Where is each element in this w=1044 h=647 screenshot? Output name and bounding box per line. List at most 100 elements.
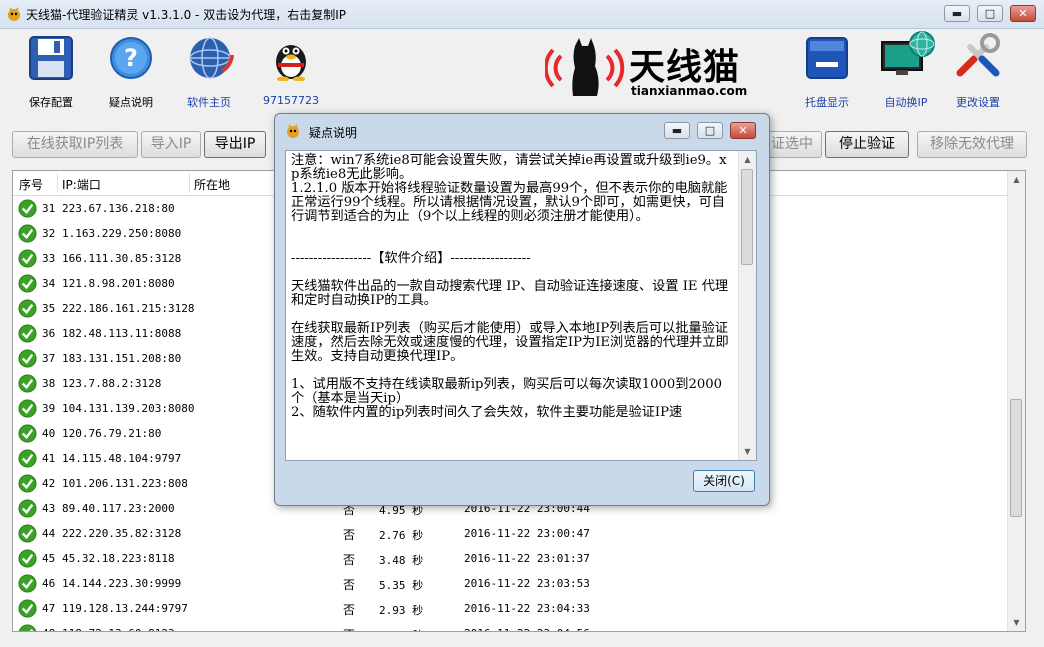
save-config-button[interactable]: 保存配置 [28,35,74,109]
help-button[interactable]: ? 疑点说明 [108,35,154,109]
dialog-title: 疑点说明 [309,126,358,140]
row-ip-port: 182.48.113.11:8088 [62,327,182,340]
dialog-maximize-button[interactable]: □ [697,122,723,139]
row-ip-port: 1.163.229.250:8080 [62,227,182,240]
scroll-thumb[interactable] [1010,399,1022,517]
row-index: 39 [42,402,56,415]
globe-icon [189,37,234,79]
export-ip-button[interactable]: 导出IP [204,131,266,158]
header-ip-port[interactable]: IP:端口 [62,176,101,193]
dialog-cat-icon [287,124,299,138]
stop-verify-button[interactable]: 停止验证 [825,131,909,158]
close-icon: ✕ [738,124,748,137]
table-row[interactable]: 47 119.128.13.244:9797 否 2.93 秒 2016-11-22 2… [13,596,1013,621]
remove-invalid-proxies-button[interactable]: 移除无效代理 [917,131,1027,158]
valid-check-icon [18,249,37,268]
close-button[interactable]: ✕ [1010,5,1036,22]
header-divider[interactable] [57,173,58,193]
close-icon: ✕ [1018,7,1028,20]
row-verify-time: 2016-11-22 23:04:33 [464,602,590,615]
row-ip-port: 14.144.223.30:9999 [62,577,182,590]
table-row[interactable]: 44 222.220.35.82:3128 否 2.76 秒 2016-11-22 23… [13,521,1013,546]
row-ip-port: 120.76.79.21:80 [62,427,162,440]
scroll-up-icon[interactable]: ▲ [1008,171,1025,188]
scroll-down-icon[interactable]: ▼ [739,443,756,460]
valid-check-icon [18,574,37,593]
qq-button[interactable]: 97157723 [263,35,319,107]
floppy-disk-icon [29,36,73,80]
tray-display-button[interactable]: 托盘显示 [804,35,850,109]
verify-selected-button[interactable]: 证选中 [762,131,822,158]
table-row[interactable]: 48 118.72.13.60:8123 否 3.80 秒 2016-11-22 23:… [13,621,1013,631]
row-index: 35 [42,302,56,315]
table-row[interactable]: 46 14.144.223.30:9999 否 5.35 秒 2016-11-22 23… [13,571,1013,596]
auto-change-ip-button[interactable]: 自动换IP [880,30,935,109]
row-index: 36 [42,327,56,340]
tray-display-label: 托盘显示 [805,96,849,109]
row-verify-time: 2016-11-22 23:04:56 [464,627,590,631]
help-dialog: 疑点说明 ▬ □ ✕ 注意：win7系统ie8可能会设置失败，请尝试关掉ie再设… [274,113,770,506]
dialog-close-button[interactable]: ✕ [730,122,756,139]
table-scrollbar[interactable]: ▲ ▼ [1007,171,1025,631]
header-location[interactable]: 所在地 [194,176,230,193]
valid-check-icon [18,549,37,568]
valid-check-icon [18,524,37,543]
row-anonymous: 否 [343,578,356,592]
import-ip-button[interactable]: 导入IP [141,131,201,158]
table-row[interactable]: 45 45.32.18.223:8118 否 3.48 秒 2016-11-22 23:… [13,546,1013,571]
qq-number-label: 97157723 [263,94,319,107]
valid-check-icon [18,624,37,631]
scroll-down-icon[interactable]: ▼ [1008,614,1025,631]
help-text-scrollbar[interactable]: ▲ ▼ [738,151,756,460]
row-index: 31 [42,202,56,215]
brand-url: tianxianmao.com [631,84,748,98]
row-index: 47 [42,602,56,615]
brand-logo: 天线猫 tianxianmao.com [543,36,748,100]
row-index: 33 [42,252,56,265]
svg-text:?: ? [124,44,138,72]
change-settings-label: 更改设置 [956,96,1000,109]
change-settings-button[interactable]: 更改设置 [954,33,1002,109]
row-ip-port: 104.131.139.203:8080 [62,402,195,415]
title-bar: 天线猫-代理验证精灵 v1.3.1.0 - 双击设为代理，右击复制IP ▬ □ … [0,0,1044,29]
row-index: 40 [42,427,56,440]
valid-check-icon [18,199,37,218]
homepage-button[interactable]: 软件主页 [186,35,234,109]
app-cat-icon [8,7,20,21]
row-ip-port: 166.111.30.85:3128 [62,252,182,265]
maximize-button[interactable]: □ [977,5,1003,22]
row-speed: 3.48 秒 [379,554,424,567]
question-mark-icon: ? [110,37,152,79]
tools-wrench-icon [956,33,1000,77]
header-index[interactable]: 序号 [19,176,43,193]
help-label: 疑点说明 [109,96,153,109]
row-ip-port: 183.131.151.208:80 [62,352,182,365]
maximize-icon: □ [984,7,996,20]
dialog-close-text-button[interactable]: 关闭(C) [693,470,755,492]
window-title: 天线猫-代理验证精灵 v1.3.1.0 - 双击设为代理，右击复制IP [26,8,346,22]
save-config-label: 保存配置 [29,96,73,109]
row-speed: 2.93 秒 [379,604,424,617]
minimize-icon: ▬ [671,124,683,137]
online-get-ip-list-button[interactable]: 在线获取IP列表 [12,131,138,158]
valid-check-icon [18,274,37,293]
row-ip-port: 223.67.136.218:80 [62,202,175,215]
scroll-up-icon[interactable]: ▲ [739,151,756,168]
brand-name: 天线猫 [629,47,741,88]
scroll-thumb[interactable] [741,169,753,265]
valid-check-icon [18,324,37,343]
row-ip-port: 119.128.13.244:9797 [62,602,188,615]
minimize-button[interactable]: ▬ [944,5,970,22]
valid-check-icon [18,224,37,243]
homepage-label: 软件主页 [187,96,231,109]
row-anonymous: 否 [343,626,355,631]
row-anonymous: 否 [343,528,356,542]
dialog-minimize-button[interactable]: ▬ [664,122,690,139]
row-anonymous: 否 [343,603,356,617]
header-divider[interactable] [189,173,190,193]
help-text-area[interactable]: 注意：win7系统ie8可能会设置失败，请尝试关掉ie再设置或升级到ie9。xp… [285,150,757,461]
row-verify-time: 2016-11-22 23:00:47 [464,527,590,540]
row-anonymous: 否 [343,553,356,567]
row-ip-port: 123.7.88.2:3128 [62,377,162,390]
row-verify-time: 2016-11-22 23:03:53 [464,577,590,590]
